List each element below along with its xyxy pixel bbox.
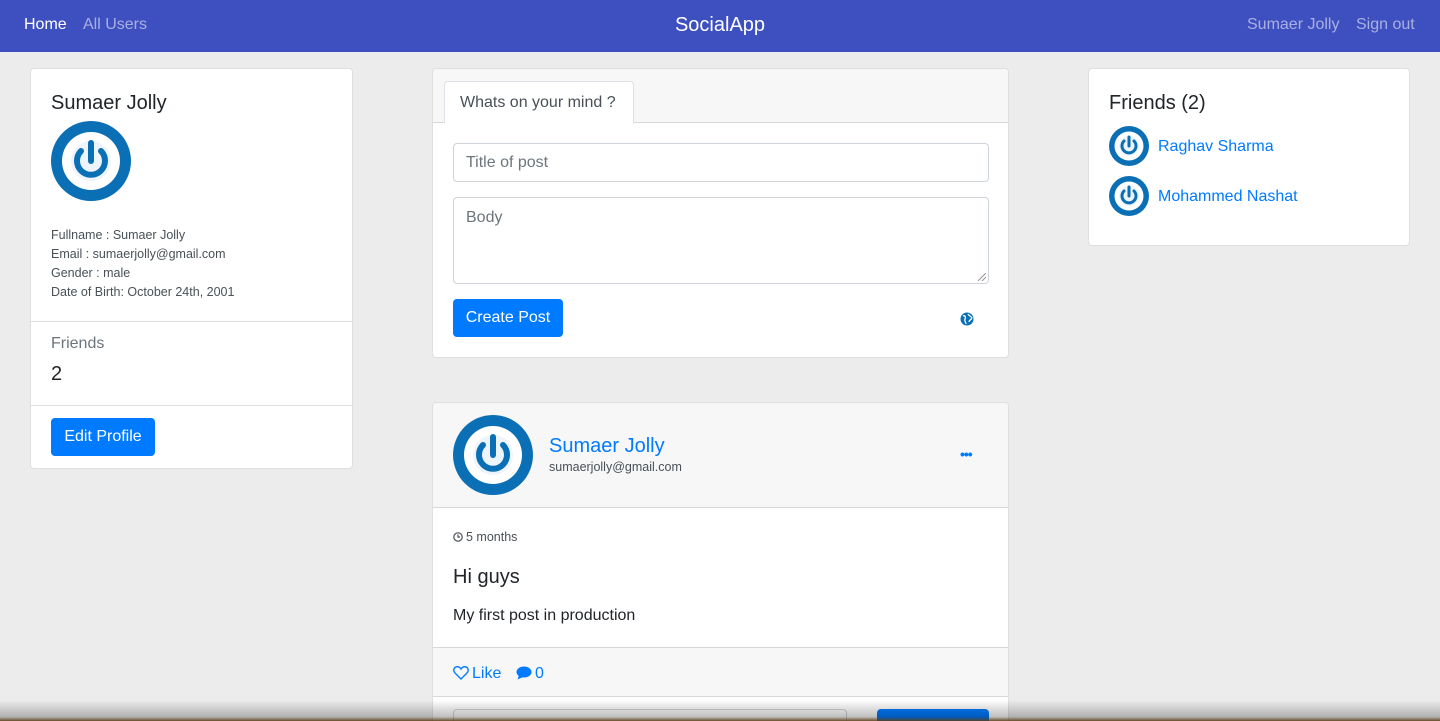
post-footer: Like 0 [433,647,1008,697]
profile-info: Fullname : Sumaer Jolly Email : sumaerjo… [51,226,234,302]
friend-avatar [1109,176,1149,216]
friends-label: Friends [51,335,105,352]
brand-title[interactable]: SocialApp [675,14,765,36]
profile-email: Email : sumaerjolly@gmail.com [51,247,226,261]
power-avatar-icon [1109,176,1149,216]
comments-button[interactable]: 0 [516,664,544,684]
heart-icon [453,665,469,680]
more-options-icon[interactable]: ••• [960,446,973,462]
nav-sign-out-link[interactable]: Sign out [1356,15,1415,35]
nav-home-link[interactable]: Home [24,15,67,35]
post-card: Sumaer Jolly sumaerjolly@gmail.com ••• 5… [432,402,1009,721]
post-author-email: sumaerjolly@gmail.com [549,460,682,474]
comment-icon [516,666,532,680]
nav-all-users-link[interactable]: All Users [83,15,147,35]
friends-count: 2 [51,363,63,385]
nav-user-link[interactable]: Sumaer Jolly [1247,15,1339,35]
create-post-button[interactable]: Create Post [453,299,563,337]
power-avatar-icon [1109,126,1149,166]
comment-input[interactable] [453,709,847,721]
profile-avatar [51,121,131,201]
clock-icon [453,532,463,542]
divider [31,405,352,406]
post-author-avatar[interactable] [453,415,533,495]
resize-handle-icon[interactable] [978,273,986,281]
profile-dob: Date of Birth: October 24th, 2001 [51,285,235,299]
friend-name[interactable]: Raghav Sharma [1158,137,1274,157]
post-title-input[interactable]: Title of post [453,143,989,182]
post-time-text: 5 months [466,530,518,544]
divider [31,321,352,322]
post-time: 5 months [453,530,517,545]
like-button[interactable]: Like [453,664,501,684]
post-body-placeholder: Body [466,209,503,226]
profile-card: Sumaer Jolly Fullname : Sumaer Jolly Ema… [30,68,353,469]
profile-name: Sumaer Jolly [51,92,167,114]
globe-icon[interactable] [960,312,974,331]
brand-wrapper: SocialApp [0,13,1440,37]
tab-whats-on-your-mind[interactable]: Whats on your mind ? [444,81,634,124]
friends-panel-title: Friends (2) [1109,92,1206,114]
friend-name[interactable]: Mohammed Nashat [1158,187,1298,207]
comment-count: 0 [535,665,544,682]
post-title: Hi guys [453,566,520,588]
create-post-card: Whats on your mind ? Title of post Body … [432,68,1009,358]
create-post-header: Whats on your mind ? [433,69,1008,124]
power-avatar-icon [51,121,131,201]
power-avatar-icon [453,415,533,495]
profile-fullname: Fullname : Sumaer Jolly [51,228,186,242]
edit-profile-button[interactable]: Edit Profile [51,418,155,456]
post-header: Sumaer Jolly sumaerjolly@gmail.com ••• [433,403,1008,508]
profile-gender: Gender : male [51,266,131,280]
post-body: My first post in production [453,607,636,624]
post-author-name[interactable]: Sumaer Jolly [549,434,665,458]
friend-avatar [1109,126,1149,166]
post-body-textarea[interactable]: Body [453,197,989,284]
friends-card: Friends (2) Raghav Sharma Mohammed Nasha… [1088,68,1410,246]
comment-submit-button[interactable] [877,709,989,721]
navbar: Home All Users SocialApp Sumaer Jolly Si… [0,0,1440,52]
like-label: Like [472,665,502,682]
